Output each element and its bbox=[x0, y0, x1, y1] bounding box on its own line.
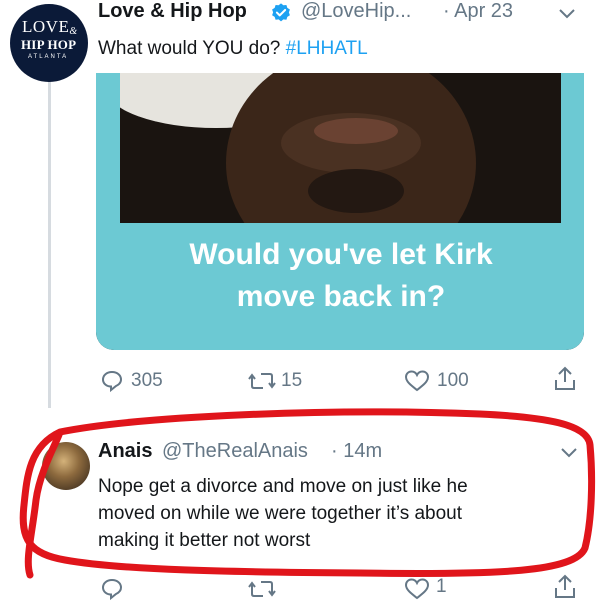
media-frame-left bbox=[96, 73, 120, 223]
reply-icon[interactable] bbox=[100, 369, 124, 393]
chevron-down-icon[interactable] bbox=[558, 8, 576, 20]
reply-text-line2: moved on while we were together it’s abo… bbox=[98, 503, 463, 524]
tweet-text: What would YOU do? #LHHATL bbox=[98, 38, 368, 59]
reply-text-line1: Nope get a divorce and move on just like… bbox=[98, 476, 468, 497]
reply-count: 305 bbox=[131, 370, 163, 391]
media-frame-right bbox=[561, 73, 584, 223]
retweet-count: 15 bbox=[281, 370, 303, 391]
reply-reply-icon[interactable] bbox=[100, 577, 124, 601]
like-count: 100 bbox=[437, 370, 469, 391]
avatar-love-hip-hop[interactable]: LOVE& HIP HOP ATLANTA bbox=[10, 4, 88, 82]
reply-text-line3: making it better not worst bbox=[98, 530, 311, 551]
reply-text: Nope get a divorce and move on just like… bbox=[98, 473, 568, 554]
avatar-logo-line3: ATLANTA bbox=[28, 54, 69, 60]
share-icon[interactable] bbox=[553, 366, 577, 392]
media-caption-line1: Would you've let Kirk bbox=[189, 238, 493, 271]
author-name[interactable]: Love & Hip Hop bbox=[98, 0, 247, 23]
avatar-logo-line1: LOVE& bbox=[22, 17, 78, 37]
reply-share-icon[interactable] bbox=[553, 574, 577, 600]
author-handle[interactable]: @LoveHip... bbox=[301, 0, 411, 23]
reply-time[interactable]: · 14m bbox=[331, 440, 382, 463]
avatar-logo-line2: HIP HOP bbox=[21, 37, 77, 52]
retweet-icon[interactable] bbox=[248, 370, 276, 392]
reply-author-name[interactable]: Anais bbox=[98, 440, 152, 463]
like-icon[interactable] bbox=[404, 369, 430, 393]
avatar-anais[interactable] bbox=[42, 442, 90, 490]
reply-author-handle[interactable]: @TheRealAnais bbox=[162, 440, 308, 463]
media-caption-line2: move back in? bbox=[236, 280, 446, 313]
media-caption: Would you've let Kirk move back in? bbox=[118, 234, 564, 327]
hashtag-link[interactable]: #LHHATL bbox=[286, 38, 368, 59]
tweet-date[interactable]: · Apr 23 bbox=[443, 0, 513, 23]
media-photo bbox=[96, 73, 584, 223]
reply-chevron-down-icon[interactable] bbox=[560, 447, 578, 459]
thread-line bbox=[48, 78, 51, 408]
verified-icon bbox=[272, 3, 290, 22]
reply-retweet-icon[interactable] bbox=[248, 578, 276, 600]
reply-like-icon[interactable] bbox=[404, 577, 430, 601]
